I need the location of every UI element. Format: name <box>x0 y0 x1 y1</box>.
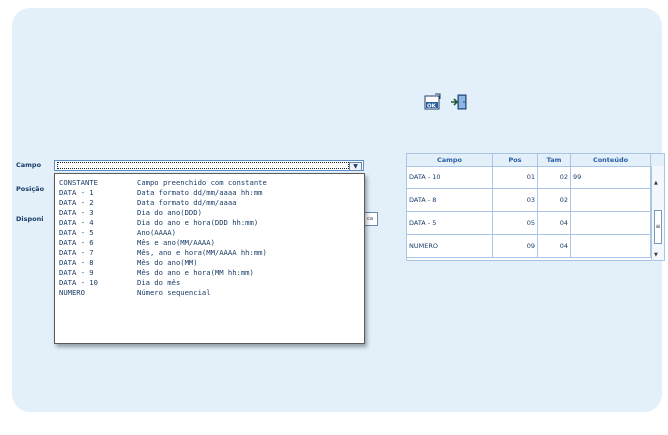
item-code: DATA - 6 <box>59 238 94 247</box>
item-desc: Ano(AAAA) <box>137 228 176 237</box>
column-header-pos[interactable]: Pos <box>493 154 538 166</box>
cell-pos: 01 <box>493 166 538 188</box>
list-item[interactable]: DATA - 6 Mês e ano(MM/AAAA) <box>59 238 215 248</box>
list-item[interactable]: DATA - 2 Data formato dd/mm/aaaa <box>59 198 237 208</box>
table-row[interactable]: DATA - 5 05 04 <box>407 212 651 235</box>
item-desc: Dia do ano(DDD) <box>137 208 202 217</box>
table-row[interactable]: NUMERO 09 04 <box>407 235 651 258</box>
table-row[interactable]: DATA - 10 01 02 99 <box>407 166 651 189</box>
cell-campo: NUMERO <box>407 235 493 257</box>
list-item[interactable]: DATA - 1 Data formato dd/mm/aaaa hh:mm <box>59 188 263 198</box>
cell-campo: DATA - 10 <box>407 166 493 188</box>
cell-pos: 09 <box>493 235 538 257</box>
item-code: DATA - 1 <box>59 188 94 197</box>
cell-conteudo <box>571 235 651 257</box>
cell-tam: 04 <box>538 235 571 257</box>
list-item[interactable]: DATA - 8 Mês do ano(MM) <box>59 258 198 268</box>
scrollbar-thumb[interactable]: ≡ <box>654 210 662 244</box>
toolbar: OK <box>423 92 469 112</box>
scroll-up-icon[interactable]: ▲ <box>654 180 658 186</box>
ok-button[interactable]: OK <box>423 92 443 112</box>
list-item[interactable]: DATA - 10 Dia do mês <box>59 278 180 288</box>
list-item[interactable]: DATA - 9 Mês do ano e hora(MM hh:mm) <box>59 268 254 278</box>
item-code: DATA - 8 <box>59 258 94 267</box>
table-scrollbar[interactable]: ▲ ≡ ▼ <box>651 166 664 260</box>
item-code: DATA - 9 <box>59 268 94 277</box>
scroll-down-icon[interactable]: ▼ <box>654 252 658 258</box>
campo-dropdown-list[interactable]: CONSTANTE Campo preenchido com constante … <box>54 173 365 344</box>
item-code: NUMERO <box>59 288 85 297</box>
exit-button[interactable] <box>449 92 469 112</box>
item-desc: Mês e ano(MM/AAAA) <box>137 238 215 247</box>
item-desc: Mês do ano e hora(MM hh:mm) <box>137 268 254 277</box>
cell-tam: 04 <box>538 212 571 234</box>
item-code: DATA - 10 <box>59 278 98 287</box>
cell-campo: DATA - 8 <box>407 189 493 211</box>
campo-label: Campo <box>16 161 42 169</box>
fields-table: Campo Pos Tam Conteúdo DATA - 10 01 02 9… <box>406 153 665 261</box>
item-desc: Mês, ano e hora(MM/AAAA hh:mm) <box>137 248 267 257</box>
item-code: DATA - 3 <box>59 208 94 217</box>
chevron-down-icon[interactable]: ▼ <box>349 162 362 171</box>
cell-campo: DATA - 5 <box>407 212 493 234</box>
list-item[interactable]: DATA - 5 Ano(AAAA) <box>59 228 176 238</box>
list-item[interactable]: DATA - 4 Dia do ano e hora(DDD hh:mm) <box>59 218 258 228</box>
list-item[interactable]: DATA - 7 Mês, ano e hora(MM/AAAA hh:mm) <box>59 248 267 258</box>
cell-pos: 03 <box>493 189 538 211</box>
ok-confirm-icon: OK <box>424 93 441 110</box>
column-header-conteudo[interactable]: Conteúdo <box>571 154 651 166</box>
column-header-campo[interactable]: Campo <box>407 154 493 166</box>
cell-tam: 02 <box>538 166 571 188</box>
exit-door-icon <box>451 94 467 110</box>
item-desc: Número sequencial <box>137 288 211 297</box>
item-code: CONSTANTE <box>59 178 98 187</box>
cell-conteudo <box>571 189 651 211</box>
list-item[interactable]: CONSTANTE Campo preenchido com constante <box>59 178 267 188</box>
list-item[interactable]: NUMERO Número sequencial <box>59 288 211 298</box>
item-desc: Campo preenchido com constante <box>137 178 267 187</box>
cell-conteudo: 99 <box>571 166 651 188</box>
column-header-tam[interactable]: Tam <box>538 154 571 166</box>
item-desc: Data formato dd/mm/aaaa hh:mm <box>137 188 263 197</box>
item-code: DATA - 7 <box>59 248 94 257</box>
posicao-label: Posição <box>16 185 45 193</box>
disponivel-label: Disponi <box>16 215 44 223</box>
campo-select[interactable]: ▼ <box>54 160 364 171</box>
item-desc: Dia do ano e hora(DDD hh:mm) <box>137 218 259 227</box>
cell-conteudo <box>571 212 651 234</box>
item-desc: Data formato dd/mm/aaaa <box>137 198 237 207</box>
cell-tam: 02 <box>538 189 571 211</box>
item-code: DATA - 2 <box>59 198 94 207</box>
item-desc: Mês do ano(MM) <box>137 258 198 267</box>
cell-pos: 05 <box>493 212 538 234</box>
item-code: DATA - 5 <box>59 228 94 237</box>
item-code: DATA - 4 <box>59 218 94 227</box>
list-item[interactable]: DATA - 3 Dia do ano(DDD) <box>59 208 202 218</box>
svg-text:OK: OK <box>427 104 437 110</box>
item-desc: Dia do mês <box>137 278 181 287</box>
table-row[interactable]: DATA - 8 03 02 <box>407 189 651 212</box>
focus-outline <box>57 162 349 169</box>
